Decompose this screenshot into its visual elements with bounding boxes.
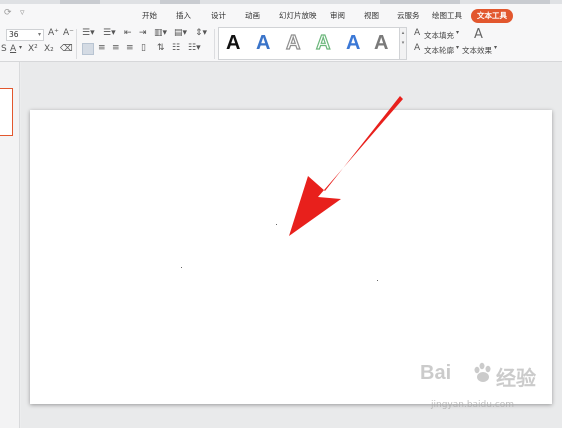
watermark-brand-left: Bai — [420, 362, 452, 384]
paw-icon — [474, 362, 491, 382]
baidu-watermark: Bai 经验 jingyan.baidu.com — [420, 362, 550, 412]
watermark-brand-right: 经验 — [496, 368, 536, 390]
watermark-url: jingyan.baidu.com — [431, 400, 515, 410]
